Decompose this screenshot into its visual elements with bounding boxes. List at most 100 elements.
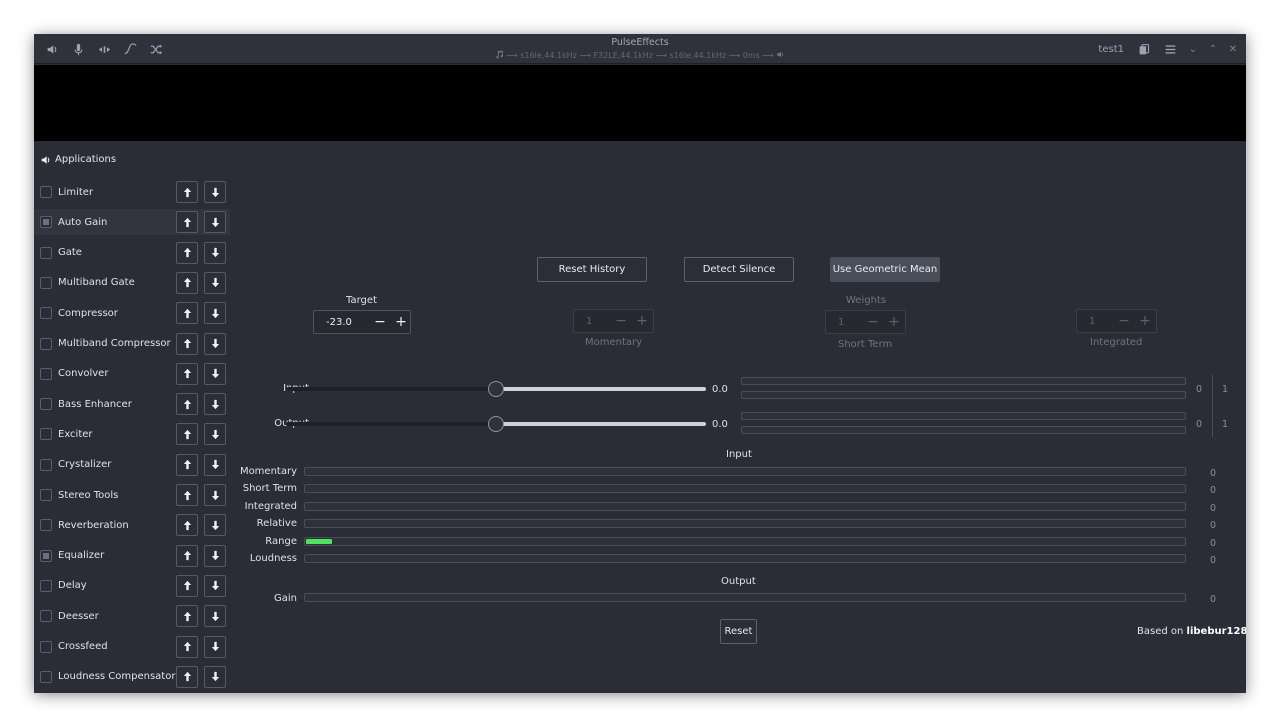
move-down-button[interactable] [204, 514, 226, 537]
move-up-button[interactable] [176, 393, 198, 416]
move-up-button[interactable] [176, 484, 198, 506]
plugin-row[interactable]: Stereo Tools [34, 482, 230, 508]
move-up-button[interactable] [176, 271, 198, 294]
move-down-button[interactable] [204, 181, 226, 203]
presets-icon[interactable] [1136, 40, 1152, 58]
move-up-button[interactable] [176, 211, 198, 234]
plugin-checkbox[interactable] [40, 610, 52, 623]
move-up-button[interactable] [176, 302, 198, 325]
move-down-button[interactable] [204, 484, 226, 506]
move-up-button[interactable] [176, 544, 198, 567]
preset-name[interactable]: test1 [1098, 44, 1124, 55]
plus-icon[interactable]: + [636, 314, 648, 328]
input-slider-knob[interactable] [488, 381, 504, 397]
move-up-button[interactable] [176, 635, 198, 658]
move-up-button[interactable] [176, 423, 198, 446]
move-down-button[interactable] [204, 423, 226, 446]
plugin-checkbox[interactable] [40, 307, 52, 320]
target-value[interactable]: -23.0 [326, 317, 352, 328]
move-up-button[interactable] [176, 453, 198, 476]
move-down-button[interactable] [204, 362, 226, 385]
move-up-button[interactable] [176, 241, 198, 264]
reset-history-button[interactable]: Reset History [537, 257, 647, 282]
plugin-row[interactable]: Gate [34, 240, 230, 266]
move-down-button[interactable] [204, 241, 226, 264]
move-down-button[interactable] [204, 544, 226, 567]
plugin-checkbox[interactable] [40, 640, 52, 653]
momentary-weight-value[interactable]: 1 [586, 316, 592, 327]
minus-icon[interactable]: − [1118, 314, 1130, 328]
move-down-button[interactable] [204, 271, 226, 294]
plus-icon[interactable]: + [888, 315, 900, 329]
move-up-button[interactable] [176, 574, 198, 597]
reset-button[interactable]: Reset [720, 619, 757, 644]
move-down-button[interactable] [204, 665, 226, 688]
move-up-button[interactable] [176, 514, 198, 537]
plus-icon[interactable]: + [395, 315, 407, 329]
move-up-button[interactable] [176, 605, 198, 628]
minimize-icon[interactable]: ⌄ [1188, 44, 1198, 55]
plugin-row[interactable]: Exciter [34, 421, 230, 447]
move-down-button[interactable] [204, 605, 226, 628]
move-down-button[interactable] [204, 574, 226, 597]
plugin-checkbox[interactable] [40, 579, 52, 592]
short-term-weight-value[interactable]: 1 [838, 317, 844, 328]
plugin-checkbox[interactable] [40, 367, 52, 380]
move-down-button[interactable] [204, 211, 226, 234]
plugin-row[interactable]: Delay [34, 573, 230, 599]
plugin-checkbox[interactable] [40, 519, 52, 532]
move-down-button[interactable] [204, 635, 226, 658]
plugin-checkbox[interactable] [40, 489, 52, 501]
plugin-row[interactable]: Multiband Compressor [34, 331, 230, 357]
move-down-button[interactable] [204, 302, 226, 325]
plugin-row[interactable]: Loudness Compensator [34, 664, 230, 690]
move-up-button[interactable] [176, 362, 198, 385]
move-down-button[interactable] [204, 453, 226, 476]
input-section-title: Input [726, 449, 752, 460]
plugin-checkbox[interactable] [40, 246, 52, 259]
plugin-checkbox[interactable] [40, 670, 52, 683]
minus-icon[interactable]: − [615, 314, 627, 328]
momentary-weight-spinbutton[interactable]: 1 − + [573, 309, 654, 333]
plugin-checkbox[interactable] [40, 428, 52, 441]
plugin-row[interactable]: Deesser [34, 603, 230, 629]
plugin-row[interactable]: Reverberation [34, 512, 230, 538]
maximize-icon[interactable]: ⌃ [1208, 44, 1218, 55]
move-up-button[interactable] [176, 181, 198, 203]
plugin-row[interactable]: Convolver [34, 361, 230, 387]
detect-silence-button[interactable]: Detect Silence [684, 257, 794, 282]
plugin-checkbox[interactable] [40, 337, 52, 350]
plugin-row[interactable]: Limiter [34, 179, 230, 205]
plugin-row[interactable]: Multiband Gate [34, 270, 230, 296]
plugin-checkbox[interactable] [40, 216, 52, 229]
spectrum-display [34, 65, 1246, 141]
plugin-checkbox[interactable] [40, 276, 52, 289]
minus-icon[interactable]: − [867, 315, 879, 329]
plugin-checkbox[interactable] [40, 186, 52, 198]
move-down-button[interactable] [204, 393, 226, 416]
output-slider-knob[interactable] [488, 416, 504, 432]
menu-icon[interactable] [1162, 40, 1178, 58]
move-up-button[interactable] [176, 665, 198, 688]
minus-icon[interactable]: − [374, 315, 386, 329]
plugin-row[interactable]: Compressor [34, 300, 230, 326]
close-icon[interactable]: ✕ [1228, 44, 1238, 55]
plugin-sidebar: Applications Limiter Auto Gain Gate Multiba… [34, 141, 232, 693]
plugin-checkbox[interactable] [40, 398, 52, 411]
plus-icon[interactable]: + [1139, 314, 1151, 328]
move-down-button[interactable] [204, 332, 226, 355]
plugin-row[interactable]: Bass Enhancer [34, 391, 230, 417]
plugin-row[interactable]: Crossfeed [34, 634, 230, 660]
integrated-weight-value[interactable]: 1 [1089, 316, 1095, 327]
geometric-mean-button[interactable]: Use Geometric Mean [830, 257, 940, 282]
integrated-weight-spinbutton[interactable]: 1 − + [1076, 309, 1157, 333]
move-up-button[interactable] [176, 332, 198, 355]
target-spinbutton[interactable]: -23.0 − + [313, 310, 411, 334]
plugin-checkbox[interactable] [40, 458, 52, 471]
applications-button[interactable]: Applications [41, 154, 116, 165]
plugin-row[interactable]: Crystalizer [34, 452, 230, 478]
short-term-weight-spinbutton[interactable]: 1 − + [825, 310, 906, 334]
plugin-checkbox[interactable] [40, 549, 52, 562]
plugin-row[interactable]: Equalizer [34, 543, 230, 569]
plugin-row[interactable]: Auto Gain [34, 209, 230, 236]
